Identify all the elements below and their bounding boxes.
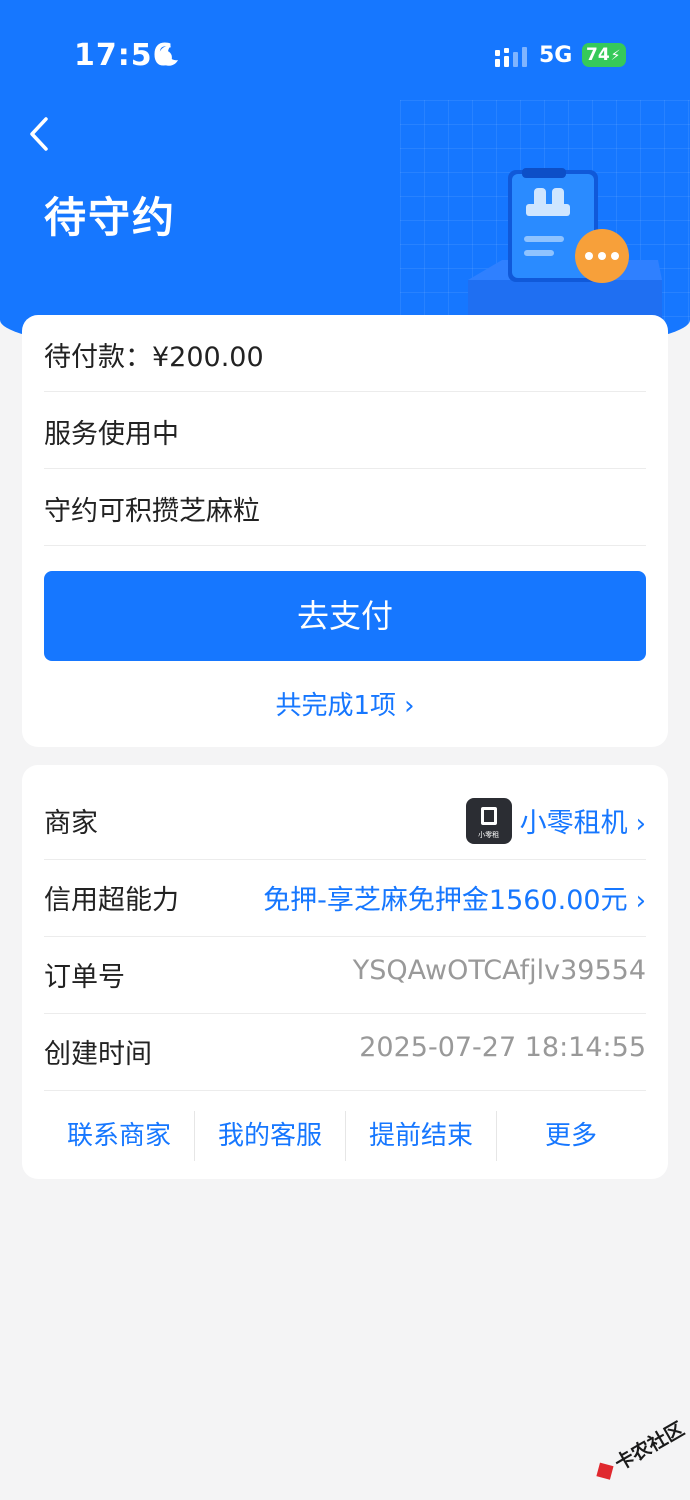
merchant-name: 小零租机 bbox=[519, 808, 628, 839]
signal-icon bbox=[495, 47, 527, 67]
contact-merchant-button[interactable]: 联系商家 bbox=[44, 1111, 194, 1161]
service-status-text: 服务使用中 bbox=[44, 419, 179, 450]
page-title: 待守约 bbox=[44, 193, 177, 242]
credit-link[interactable]: 免押-享芝麻免押金1560.00元 › bbox=[263, 878, 646, 917]
completed-items-label: 共完成1项 bbox=[275, 691, 397, 721]
customer-service-button[interactable]: 我的客服 bbox=[195, 1111, 345, 1161]
battery-level: 74 bbox=[586, 45, 610, 65]
merchant-label: 商家 bbox=[44, 808, 98, 839]
battery-indicator: 74⚡ bbox=[582, 43, 626, 67]
merchant-logo-text: 小零租 bbox=[478, 830, 500, 839]
completed-items-link[interactable]: 共完成1项 › bbox=[22, 685, 668, 722]
pay-button[interactable]: 去支付 bbox=[44, 571, 646, 661]
order-number-label: 订单号 bbox=[44, 962, 125, 993]
benefit-row: 守约可积攒芝麻粒 bbox=[44, 469, 646, 546]
chevron-right-icon: › bbox=[404, 691, 415, 721]
chevron-right-icon: › bbox=[635, 809, 646, 839]
back-arrow-icon[interactable] bbox=[24, 114, 58, 154]
charging-icon: ⚡ bbox=[610, 48, 621, 64]
more-button[interactable]: 更多 bbox=[496, 1111, 646, 1161]
action-bar: 联系商家 我的客服 提前结束 更多 bbox=[44, 1111, 646, 1161]
order-number-value: YSQAwOTCAfjlv39554 bbox=[352, 955, 646, 986]
moon-icon bbox=[158, 45, 178, 66]
credit-value: 免押-享芝麻免押金1560.00元 bbox=[263, 885, 628, 916]
community-watermark-logo: 卡农社区 bbox=[596, 1417, 686, 1480]
pending-payment-text: 待付款：¥200.00 bbox=[44, 342, 264, 373]
payment-summary-card: 待付款：¥200.00 服务使用中 守约可积攒芝麻粒 去支付 共完成1项 › bbox=[22, 315, 668, 747]
svg-text:卡农社区: 卡农社区 bbox=[611, 1417, 686, 1475]
credit-label: 信用超能力 bbox=[44, 885, 179, 916]
contract-illustration bbox=[468, 168, 662, 340]
network-type: 5G bbox=[539, 43, 573, 68]
created-time-row: 创建时间 2025-07-27 18:14:55 bbox=[44, 1014, 646, 1091]
status-bar: 17:56 5G 74⚡ bbox=[0, 0, 690, 110]
end-early-button[interactable]: 提前结束 bbox=[346, 1111, 496, 1161]
benefit-text: 守约可积攒芝麻粒 bbox=[44, 496, 260, 527]
merchant-row[interactable]: 商家 小零租 小零租机 › bbox=[44, 783, 646, 860]
created-time-label: 创建时间 bbox=[44, 1039, 152, 1070]
order-details-card: 商家 小零租 小零租机 › 信用超能力 免押-享芝麻免押金1560.00元 › 订单号… bbox=[22, 765, 668, 1179]
order-number-row: 订单号 YSQAwOTCAfjlv39554 bbox=[44, 937, 646, 1014]
created-time-value: 2025-07-27 18:14:55 bbox=[359, 1032, 646, 1063]
service-status-row: 服务使用中 bbox=[44, 392, 646, 469]
pending-payment-row: 待付款：¥200.00 bbox=[44, 315, 646, 392]
merchant-link[interactable]: 小零租 小零租机 › bbox=[465, 797, 646, 848]
chevron-right-icon: › bbox=[635, 886, 646, 916]
credit-row[interactable]: 信用超能力 免押-享芝麻免押金1560.00元 › bbox=[44, 860, 646, 937]
merchant-logo: 小零租 bbox=[465, 797, 512, 844]
